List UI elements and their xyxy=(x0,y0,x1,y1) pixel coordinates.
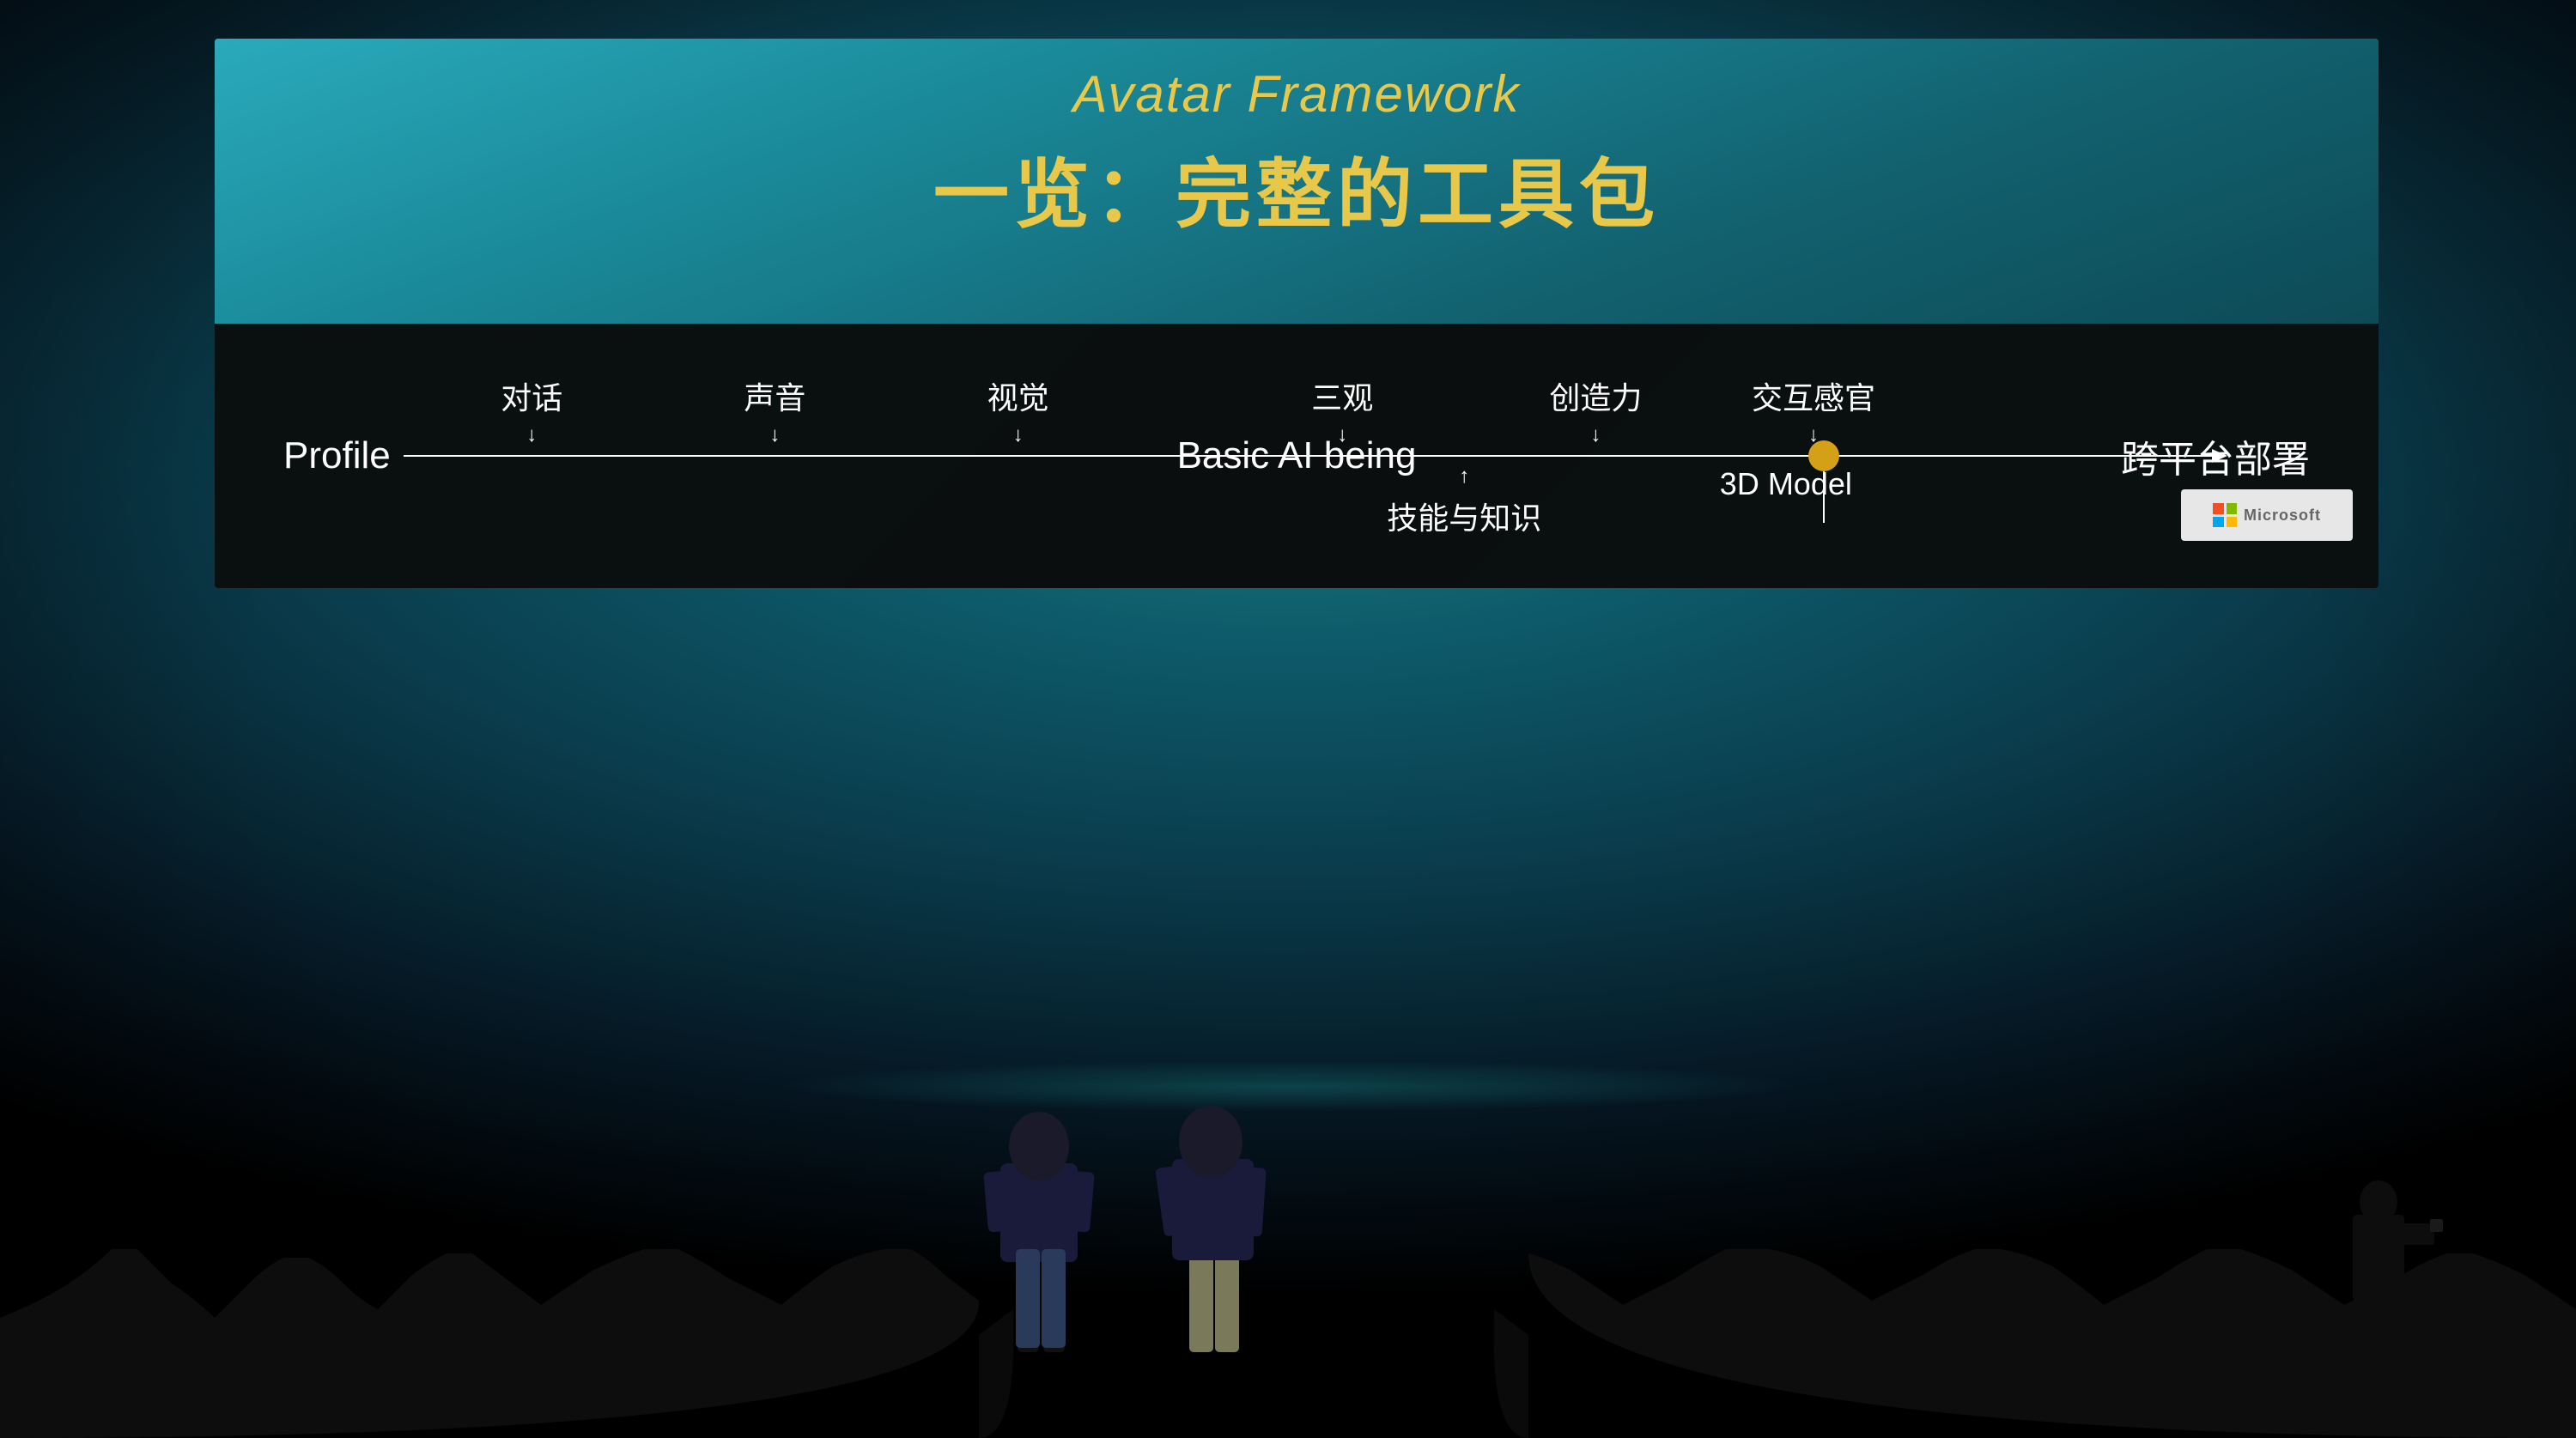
above-label-chuangzaoli: 创造力 ↓ xyxy=(1549,373,1642,446)
presenter-2 xyxy=(1155,1106,1267,1352)
slide-title-chinese: 一览：完整的工具包 xyxy=(781,134,1812,243)
label-profile: Profile xyxy=(283,434,391,477)
above-label-shijue: 视觉 ↓ xyxy=(987,373,1049,446)
microsoft-grid-logo xyxy=(2213,503,2237,527)
slide-title-english: Avatar Framework xyxy=(781,64,1812,124)
audience-silhouette xyxy=(0,1077,2576,1438)
above-label-shengyin: 声音 ↓ xyxy=(744,373,805,446)
gold-dot-marker xyxy=(1808,440,1839,471)
below-label-jineng: ↑ 技能与知识 xyxy=(1387,466,1541,538)
below-label-3d-model: 3D Model xyxy=(1720,466,1852,502)
above-label-jiaohuganguan: 交互感官 ↓ xyxy=(1752,373,1875,446)
slide-title-area: Avatar Framework 一览：完整的工具包 xyxy=(781,64,1812,243)
presentation-slide: Avatar Framework 一览：完整的工具包 Profile Basic… xyxy=(215,39,2379,588)
presenter-1 xyxy=(983,1112,1095,1352)
above-label-sanguan: 三观 ↓ xyxy=(1311,373,1373,446)
microsoft-logo-area: Microsoft xyxy=(2181,489,2353,541)
diagram-band: Profile Basic AI being 跨平台部署 对话 ↓ 声音 ↓ xyxy=(215,324,2379,588)
above-label-duihua: 对话 ↓ xyxy=(501,373,562,446)
microsoft-text: Microsoft xyxy=(2244,507,2321,525)
label-basic-ai-being: Basic AI being xyxy=(1177,434,1417,477)
timeline-container: Profile Basic AI being 跨平台部署 对话 ↓ 声音 ↓ xyxy=(283,370,2310,542)
label-cross-platform: 跨平台部署 xyxy=(2121,428,2310,483)
